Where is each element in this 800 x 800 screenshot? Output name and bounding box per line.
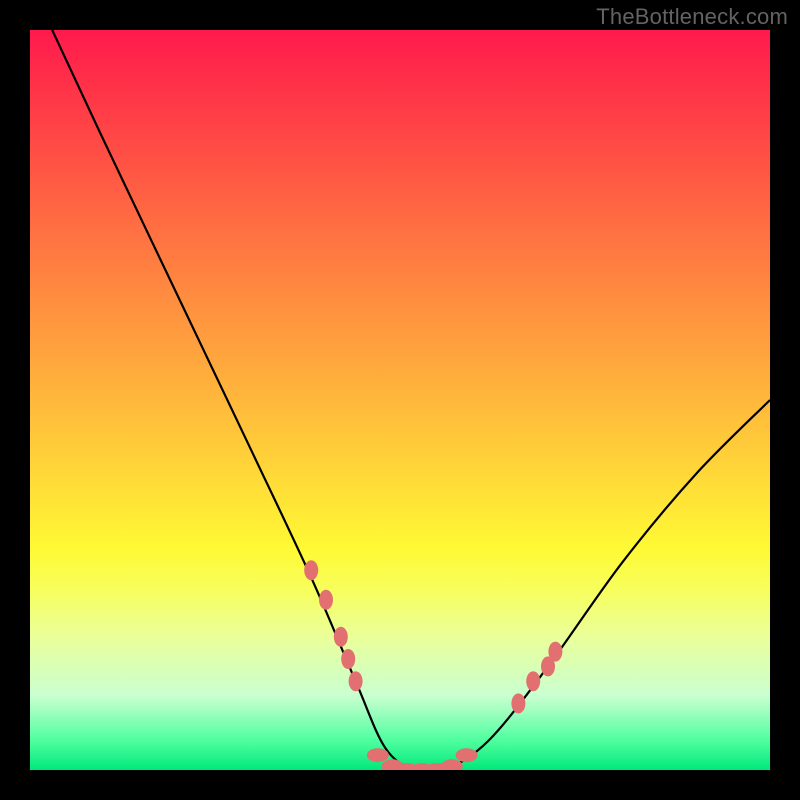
chart-frame [30, 30, 770, 770]
data-point [548, 642, 562, 662]
data-point [334, 627, 348, 647]
data-point [456, 748, 478, 762]
data-point [319, 590, 333, 610]
data-point [367, 748, 389, 762]
data-point [304, 560, 318, 580]
data-point [441, 759, 463, 770]
bottleneck-curve [52, 30, 770, 770]
data-point [526, 671, 540, 691]
data-point [511, 693, 525, 713]
data-point-markers [304, 560, 562, 770]
watermark-text: TheBottleneck.com [596, 4, 788, 30]
data-point [349, 671, 363, 691]
chart-svg [30, 30, 770, 770]
data-point [341, 649, 355, 669]
